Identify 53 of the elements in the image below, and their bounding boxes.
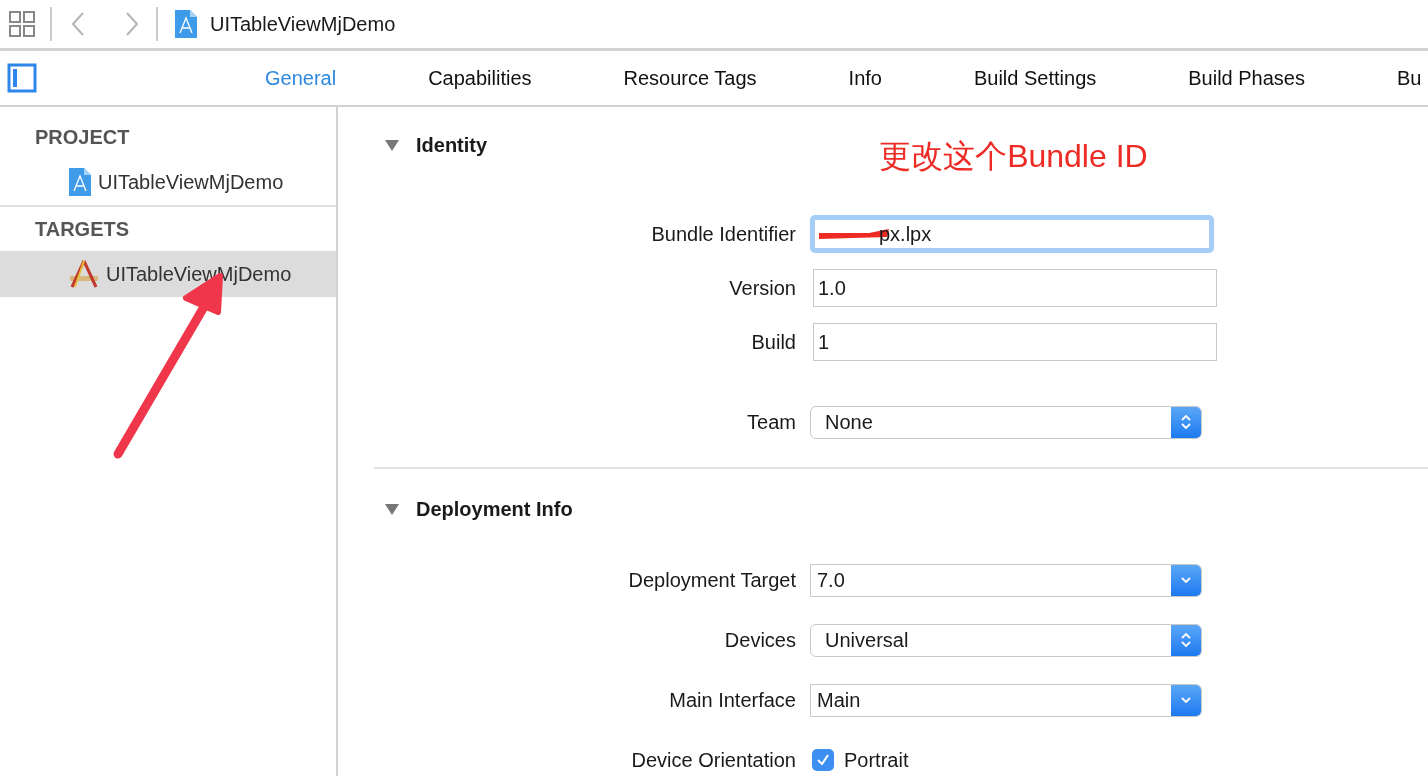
- popup-button[interactable]: Universal: [810, 623, 1202, 657]
- checkbox-label: Portrait: [844, 748, 909, 773]
- field-value: 1.0: [818, 276, 846, 301]
- combo-box[interactable]: 7.0: [810, 563, 1202, 597]
- grid-icon[interactable]: [8, 10, 36, 38]
- field-label: Bundle Identifier: [651, 222, 796, 247]
- tab[interactable]: Build Settings: [973, 63, 1097, 93]
- field-label: Deployment Target: [628, 568, 796, 593]
- project-title[interactable]: UITableViewMjDemo: [210, 9, 396, 39]
- stepper-arrows-icon: [1171, 406, 1201, 438]
- forward-icon[interactable]: [124, 11, 140, 37]
- tab[interactable]: Capabilities: [428, 63, 532, 93]
- sidebar-heading: TARGETS: [35, 217, 130, 242]
- selected-value: Main: [816, 688, 862, 713]
- sidebar-heading: PROJECT: [35, 125, 130, 150]
- pencil-ruler-icon: [68, 259, 100, 289]
- sidebar-toggle-icon[interactable]: [7, 63, 37, 93]
- project-file-icon: [174, 9, 198, 39]
- field-label: Main Interface: [669, 688, 796, 713]
- field-value: 1: [818, 330, 830, 355]
- field-label: Devices: [724, 628, 796, 653]
- project-file-icon: [68, 167, 92, 197]
- field-label: Version: [729, 276, 796, 301]
- section-title: Identity: [416, 133, 488, 158]
- stepper-arrows-icon: [1171, 624, 1201, 656]
- text-field[interactable]: 1.0: [813, 269, 1217, 307]
- chevron-down-icon: [1171, 564, 1201, 596]
- back-icon[interactable]: [70, 11, 86, 37]
- checkbox[interactable]: [812, 749, 834, 771]
- field-value: px.lpx: [879, 222, 932, 247]
- selected-value: None: [824, 410, 874, 435]
- sidebar-item[interactable]: UITableViewMjDemo: [0, 251, 336, 297]
- field-label: Build: [751, 330, 796, 355]
- section-title: Deployment Info: [416, 497, 573, 522]
- disclosure-down-icon[interactable]: [385, 138, 399, 152]
- popup-button[interactable]: None: [810, 405, 1202, 439]
- tab[interactable]: Bu: [1397, 63, 1422, 93]
- sidebar-item[interactable]: UITableViewMjDemo: [0, 159, 336, 205]
- selected-value: Universal: [824, 628, 910, 653]
- selected-value: 7.0: [816, 568, 846, 593]
- field-label: Team: [747, 410, 796, 435]
- tab[interactable]: Resource Tags: [623, 63, 757, 93]
- checkmark-icon: [816, 753, 830, 767]
- tab[interactable]: Build Phases: [1188, 63, 1305, 93]
- text-field[interactable]: 1: [813, 323, 1217, 361]
- disclosure-down-icon[interactable]: [385, 502, 399, 516]
- text-field[interactable]: px.lpx: [810, 215, 1214, 253]
- tab[interactable]: Info: [848, 63, 882, 93]
- tab[interactable]: General: [265, 63, 337, 93]
- field-label: Device Orientation: [631, 748, 796, 773]
- chevron-down-icon: [1171, 684, 1201, 716]
- annotation-text: 更改这个Bundle ID: [879, 137, 1148, 176]
- combo-box[interactable]: Main: [810, 683, 1202, 717]
